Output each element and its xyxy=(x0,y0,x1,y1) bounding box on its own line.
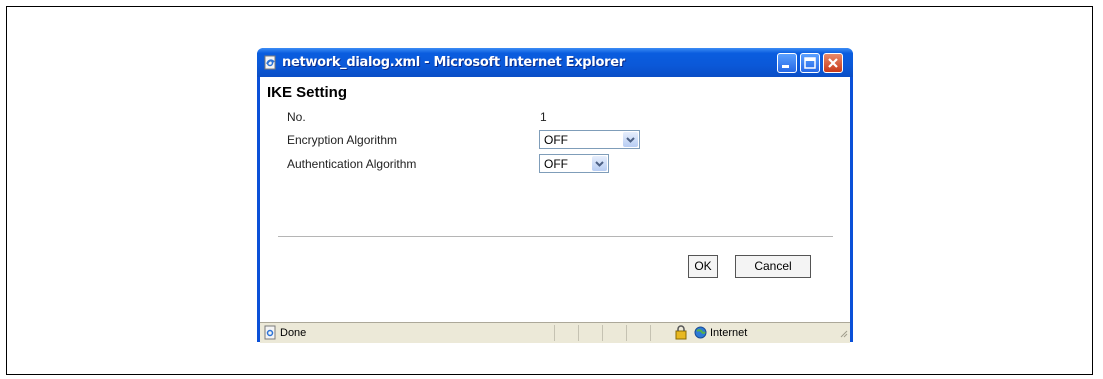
status-separator xyxy=(578,325,579,341)
chevron-down-icon[interactable] xyxy=(623,132,638,147)
status-separator xyxy=(650,325,651,341)
status-bar: Done Internet xyxy=(260,322,850,343)
ok-button[interactable]: OK xyxy=(688,255,718,278)
window-title: network_dialog.xml - Microsoft Internet … xyxy=(282,55,625,70)
divider xyxy=(278,236,833,237)
status-separator xyxy=(554,325,555,341)
minimize-button[interactable] xyxy=(777,53,797,73)
chevron-down-icon[interactable] xyxy=(592,156,607,171)
authentication-algorithm-value: OFF xyxy=(544,157,568,171)
cancel-button[interactable]: Cancel xyxy=(735,255,811,278)
status-separator xyxy=(602,325,603,341)
encryption-algorithm-value: OFF xyxy=(544,133,568,147)
authentication-algorithm-select[interactable]: OFF xyxy=(539,154,609,173)
no-value: 1 xyxy=(540,110,547,124)
ie-page-icon xyxy=(263,325,278,343)
status-separator xyxy=(626,325,627,341)
resize-grip[interactable] xyxy=(838,328,848,341)
close-icon xyxy=(828,58,838,68)
lock-icon xyxy=(674,325,688,343)
dialog-heading: IKE Setting xyxy=(267,84,348,101)
authentication-algorithm-label: Authentication Algorithm xyxy=(287,157,417,171)
globe-icon xyxy=(694,326,707,342)
maximize-button[interactable] xyxy=(800,53,820,73)
minimize-icon xyxy=(782,65,789,68)
zone-text: Internet xyxy=(710,327,748,339)
maximize-icon xyxy=(804,57,816,69)
no-label: No. xyxy=(287,110,306,124)
ie-window: network_dialog.xml - Microsoft Internet … xyxy=(257,48,853,343)
dialog-content: IKE Setting No. 1 Encryption Algorithm O… xyxy=(260,77,850,322)
encryption-algorithm-label: Encryption Algorithm xyxy=(287,133,398,147)
close-button[interactable] xyxy=(823,53,843,73)
title-bar[interactable]: network_dialog.xml - Microsoft Internet … xyxy=(257,48,853,77)
status-text: Done xyxy=(280,327,307,339)
ie-document-icon xyxy=(263,55,278,70)
encryption-algorithm-select[interactable]: OFF xyxy=(539,130,640,149)
